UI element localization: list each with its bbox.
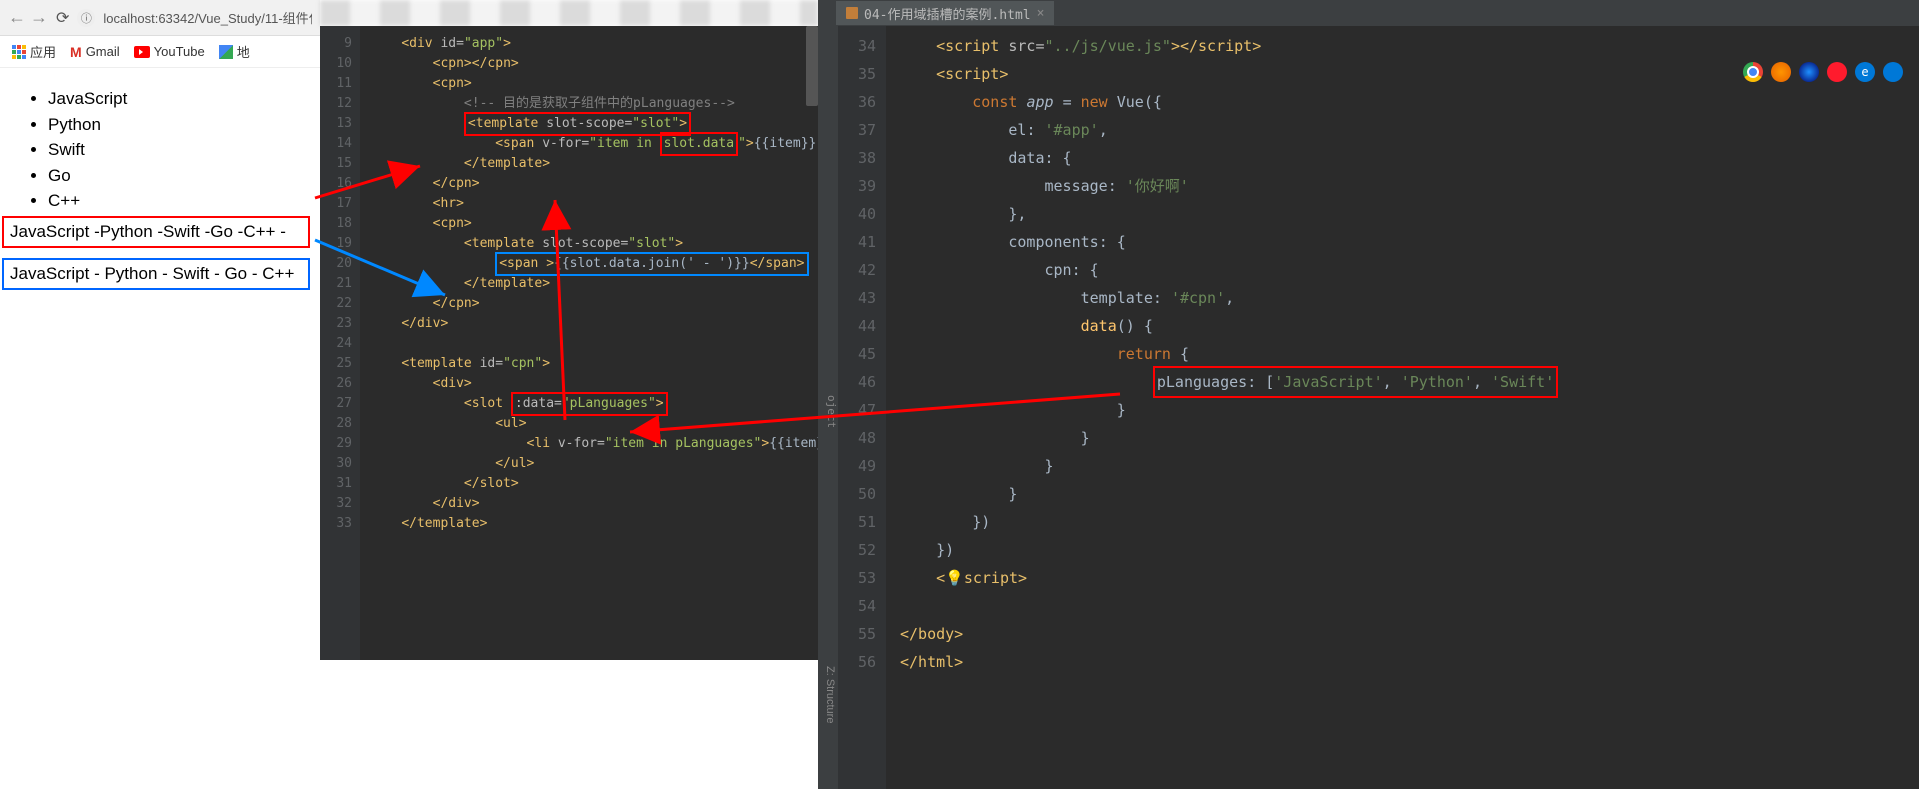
reload-icon[interactable]: ⟳	[56, 8, 69, 28]
edge-icon[interactable]	[1883, 62, 1903, 82]
tab-bar: 04-作用域插槽的案例.html ×	[818, 0, 1919, 26]
scrollbar[interactable]	[806, 26, 818, 106]
bookmark-map[interactable]: 地	[219, 42, 250, 61]
blurred-tabs	[320, 0, 818, 26]
url-text[interactable]: localhost:63342/Vue_Study/11-组件化高级/04-作	[103, 8, 312, 27]
bookmark-gmail[interactable]: M Gmail	[70, 44, 120, 60]
list-item: Go	[48, 163, 310, 189]
editor-right: 04-作用域插槽的案例.html × oject 343536373839404…	[818, 0, 1919, 789]
code-right[interactable]: e <script src="../js/vue.js"></script> <…	[886, 26, 1919, 789]
chrome-icon[interactable]	[1743, 62, 1763, 82]
map-icon	[219, 45, 233, 59]
safari-icon[interactable]	[1799, 62, 1819, 82]
youtube-icon	[134, 46, 150, 58]
browser-toolbar: ← → ⟳ ⓘ localhost:63342/Vue_Study/11-组件化…	[0, 0, 320, 36]
browser-panel: ← → ⟳ ⓘ localhost:63342/Vue_Study/11-组件化…	[0, 0, 320, 789]
page-content: JavaScript Python Swift Go C++ JavaScrip…	[0, 68, 320, 300]
list-item: JavaScript	[48, 86, 310, 112]
youtube-label: YouTube	[154, 44, 205, 59]
ie-icon[interactable]: e	[1855, 62, 1875, 82]
code-middle[interactable]: <div id="app"> <cpn></cpn> <cpn> <!-- 目的…	[360, 26, 818, 660]
map-label: 地	[237, 42, 250, 61]
bookmark-bar: 应用 M Gmail YouTube 地	[0, 36, 320, 68]
html-file-icon	[846, 7, 858, 19]
editor-middle: 9101112131415161718192021222324252627282…	[320, 26, 818, 660]
gmail-label: Gmail	[86, 44, 120, 59]
list-item: Swift	[48, 137, 310, 163]
structure-tool-button[interactable]: Z: Structure	[818, 660, 838, 729]
output-blue: JavaScript - Python - Swift - Go - C++	[2, 258, 310, 290]
list-item: Python	[48, 112, 310, 138]
bookmark-youtube[interactable]: YouTube	[134, 44, 205, 59]
tab-title: 04-作用域插槽的案例.html	[864, 4, 1031, 23]
firefox-icon[interactable]	[1771, 62, 1791, 82]
apps-icon	[12, 45, 26, 59]
output-red: JavaScript -Python -Swift -Go -C++ -	[2, 216, 310, 248]
gmail-icon: M	[70, 44, 82, 60]
gutter-middle: 9101112131415161718192021222324252627282…	[320, 26, 360, 660]
tab-active[interactable]: 04-作用域插槽的案例.html ×	[836, 1, 1054, 25]
language-list: JavaScript Python Swift Go C++	[28, 86, 310, 214]
back-icon[interactable]: ←	[8, 7, 26, 28]
close-icon[interactable]: ×	[1037, 6, 1045, 21]
site-info-icon[interactable]: ⓘ	[77, 9, 95, 27]
forward-icon[interactable]: →	[30, 7, 48, 28]
gutter-right: 3435363738394041424344454647484950515253…	[838, 26, 886, 789]
browser-preview-icons: e	[1743, 62, 1903, 82]
apps-label: 应用	[30, 42, 56, 61]
opera-icon[interactable]	[1827, 62, 1847, 82]
list-item: C++	[48, 188, 310, 214]
apps-button[interactable]: 应用	[12, 42, 56, 61]
